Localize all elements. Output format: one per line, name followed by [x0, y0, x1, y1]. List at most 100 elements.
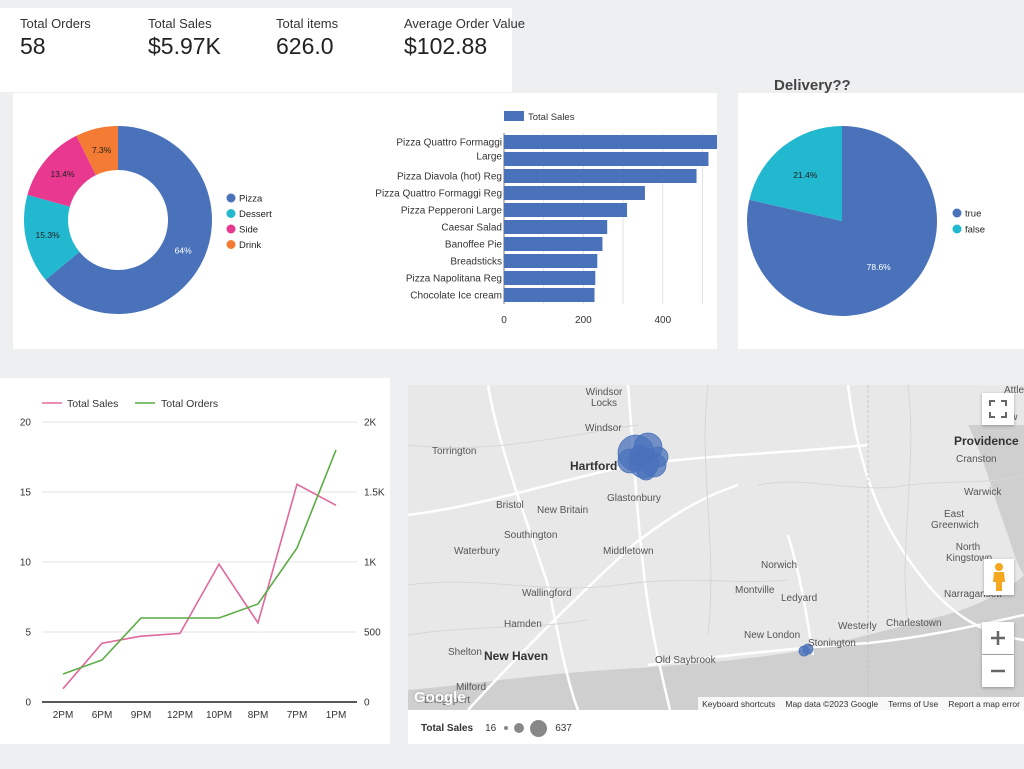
street-view-button[interactable] — [984, 559, 1014, 595]
minus-icon — [991, 669, 1005, 673]
kpi-total-orders: Total Orders 58 — [20, 16, 91, 60]
pegman-icon — [993, 563, 1005, 591]
line-y-right-tick: 2K — [364, 418, 377, 429]
map-label-providence: Providence — [954, 434, 1019, 448]
hourly-line-chart[interactable]: 0 5 10 15 20 0 500 1K 1.5K 2K 2PM 6PM 9PM 12PM 10PM 8PM… — [0, 378, 390, 744]
kpi-value: 58 — [20, 33, 46, 59]
terms-of-use-link[interactable]: Terms of Use — [888, 699, 938, 709]
map-label-ledyard: Ledyard — [781, 593, 818, 604]
bar-x-tick-label: 200 — [575, 315, 592, 326]
bar-category-label: Caesar Salad — [441, 223, 502, 234]
line-x-tick: 6PM — [92, 710, 113, 721]
kpi-average-order-value: Average Order Value $102.88 — [404, 16, 525, 60]
line-x-tick: 12PM — [167, 710, 193, 721]
delivery-title: Delivery?? — [774, 77, 851, 94]
map-label-old-saybrook: Old Saybrook — [655, 655, 716, 666]
map-label-glastonbury: Glastonbury — [607, 493, 661, 504]
plus-icon — [991, 631, 1005, 645]
bar[interactable] — [504, 169, 697, 183]
line-x-tick: 10PM — [206, 710, 232, 721]
bar-x-tick-label: 0 — [501, 315, 507, 326]
top-items-bar-card: Pizza Quattro Formaggi Large Pizza Diavola… — [331, 93, 717, 349]
size-legend-small-dot — [504, 726, 509, 730]
bar-category-label: Chocolate Ice cream — [410, 291, 502, 302]
map-label-southington: Southington — [504, 530, 558, 541]
bar[interactable] — [504, 271, 596, 285]
pie-legend-swatch — [952, 208, 962, 218]
zoom-in-button[interactable] — [982, 622, 1014, 654]
bar[interactable] — [504, 203, 628, 217]
bubble-size-legend: Total Sales 16 637 — [421, 718, 572, 738]
category-donut-chart[interactable]: 64% 15.3% 13.4% 7.3% Pizza Dessert Side Drink — [13, 93, 331, 349]
line-y-right-tick: 500 — [364, 628, 381, 639]
kpi-value: $102.88 — [404, 33, 488, 59]
map-label-hamden: Hamden — [504, 619, 542, 630]
zoom-out-button[interactable] — [982, 655, 1014, 687]
size-legend-max: 637 — [555, 722, 572, 734]
bar[interactable] — [504, 135, 717, 149]
kpi-total-items: Total items 626.0 — [276, 16, 338, 60]
donut-legend-swatch — [226, 193, 236, 203]
bar-legend-label: Total Sales — [528, 112, 575, 123]
map-label-cranston: Cranston — [956, 454, 997, 465]
bar[interactable] — [504, 254, 598, 268]
donut-legend-label: Dessert — [239, 209, 272, 220]
map-label-middletown: Middletown — [603, 546, 654, 557]
size-legend-large-dot — [530, 719, 548, 737]
map-bubble-hartford[interactable] — [636, 461, 656, 481]
line-y-left-tick: 15 — [20, 488, 32, 499]
map-label-shelton: Shelton — [448, 647, 482, 658]
map-label-montville: Montville — [735, 585, 775, 596]
map-label-new-britain: New Britain — [537, 505, 589, 516]
line-y-left-tick: 0 — [25, 698, 31, 709]
map-label-westerly: Westerly — [838, 621, 877, 632]
bar[interactable] — [504, 186, 645, 200]
bar-category-label: Pizza Napolitana Reg — [406, 274, 502, 285]
kpi-label: Average Order Value — [404, 16, 525, 31]
pie-legend-label: true — [965, 209, 981, 220]
bar-category-label: Pizza Quattro Formaggi Reg — [375, 189, 502, 200]
delivery-pie-chart[interactable]: 78.6% 21.4% true false — [738, 93, 1024, 349]
pie-slice-label: 21.4% — [793, 170, 818, 180]
map-label-windsor-locks: Windsor Locks — [585, 387, 623, 409]
map-label-warwick: Warwick — [964, 487, 1002, 498]
kpi-value: 626.0 — [276, 33, 334, 59]
keyboard-shortcuts-link[interactable]: Keyboard shortcuts — [702, 699, 775, 709]
line-y-left-tick: 5 — [25, 628, 31, 639]
bar-category-label: Banoffee Pie — [445, 240, 503, 251]
pie-slice-label: 78.6% — [867, 262, 892, 272]
bar-x-tick-label: 400 — [654, 315, 671, 326]
line-x-tick: 2PM — [53, 710, 74, 721]
bar-legend-swatch — [504, 111, 524, 121]
map-label-charlestown: Charlestown — [886, 618, 942, 629]
bar[interactable] — [504, 152, 709, 166]
donut-slice-label: 13.4% — [50, 169, 75, 179]
bar[interactable] — [504, 237, 603, 251]
line-x-tick: 8PM — [248, 710, 269, 721]
map-label-hartford: Hartford — [570, 459, 618, 473]
report-map-error-link[interactable]: Report a map error — [948, 699, 1020, 709]
map-canvas[interactable]: Windsor Locks Windsor Hartford Torringto… — [408, 385, 1024, 710]
line-y-left-tick: 10 — [20, 558, 32, 569]
bar[interactable] — [504, 220, 608, 234]
kpi-total-sales: Total Sales $5.97K — [148, 16, 221, 60]
donut-legend-label: Drink — [239, 240, 261, 251]
top-items-bar-chart[interactable]: Pizza Quattro Formaggi Large Pizza Diavola… — [331, 93, 717, 349]
map-label-bristol: Bristol — [496, 500, 524, 511]
google-logo: Google — [414, 689, 466, 706]
map-label-new-london: New London — [744, 630, 801, 641]
donut-slice-label: 64% — [175, 246, 192, 256]
bar-category-label: Pizza Pepperoni Large — [401, 206, 503, 217]
line-y-right-tick: 0 — [364, 698, 370, 709]
donut-legend-swatch — [226, 209, 236, 218]
map-card: Windsor Locks Windsor Hartford Torringto… — [408, 385, 1024, 744]
line-y-right-tick: 1K — [364, 558, 377, 569]
bar[interactable] — [504, 288, 595, 302]
fullscreen-button[interactable] — [982, 393, 1014, 425]
delivery-pie-card: 78.6% 21.4% true false — [738, 93, 1024, 349]
map-label-waterbury: Waterbury — [454, 546, 500, 557]
size-legend-mid-dot — [514, 723, 525, 733]
size-legend-label: Total Sales — [421, 722, 474, 734]
donut-slice-label: 15.3% — [36, 230, 61, 240]
map-label-new-haven: New Haven — [484, 649, 549, 663]
